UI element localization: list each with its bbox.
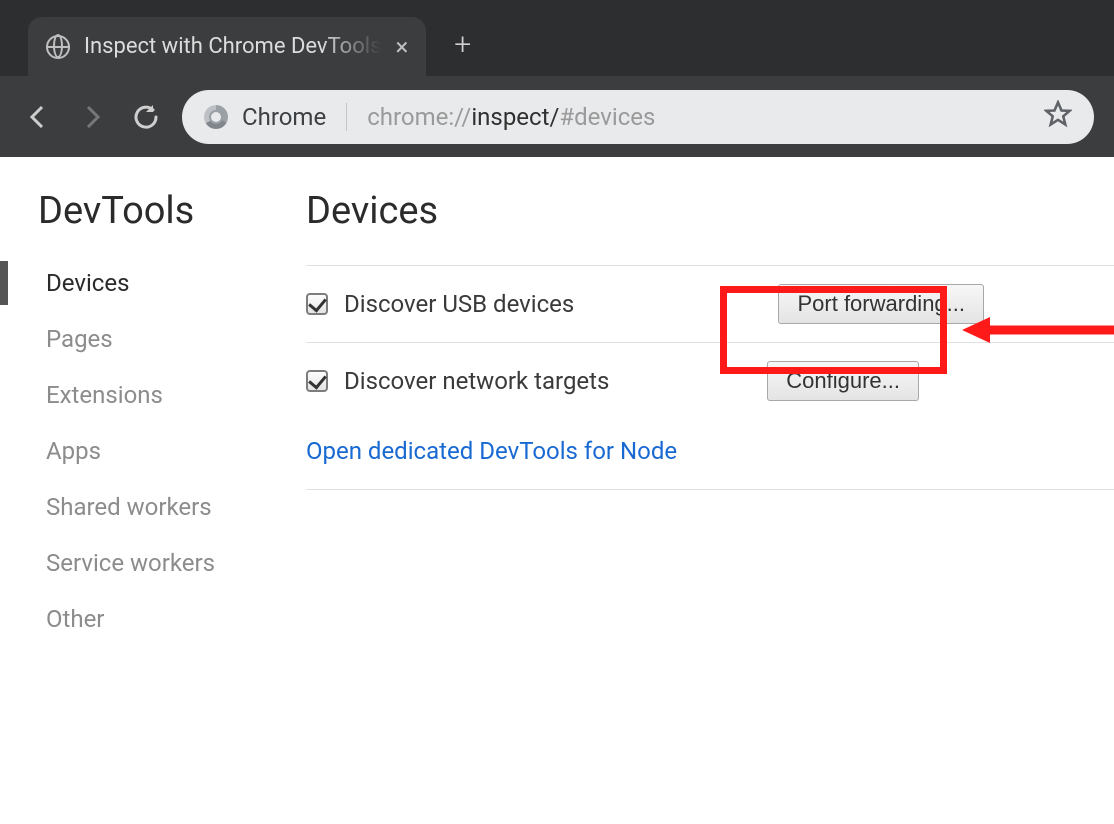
label-network-targets: Discover network targets <box>344 367 609 395</box>
sidebar-item-list: Devices Pages Extensions Apps Shared wor… <box>0 255 306 647</box>
page-heading: Devices <box>306 189 1114 265</box>
address-scheme-label: Chrome <box>242 103 326 131</box>
open-devtools-node-link[interactable]: Open dedicated DevTools for Node <box>306 419 677 489</box>
sidebar-item-apps[interactable]: Apps <box>0 423 306 479</box>
address-bar[interactable]: Chrome chrome://inspect/#devices <box>182 90 1094 144</box>
sidebar-item-shared-workers[interactable]: Shared workers <box>0 479 306 535</box>
sidebar-item-extensions[interactable]: Extensions <box>0 367 306 423</box>
row-usb-devices: Discover USB devices Port forwarding... <box>306 265 1114 342</box>
back-button[interactable] <box>20 99 56 135</box>
sidebar-item-devices[interactable]: Devices <box>0 255 306 311</box>
new-tab-button[interactable]: + <box>442 27 471 76</box>
forward-button[interactable] <box>74 99 110 135</box>
close-icon[interactable]: × <box>395 35 408 59</box>
tab-title: Inspect with Chrome DevTools <box>84 34 381 59</box>
globe-icon <box>46 35 70 59</box>
bookmark-star-icon[interactable] <box>1044 100 1072 134</box>
address-separator <box>346 103 347 131</box>
sidebar-item-other[interactable]: Other <box>0 591 306 647</box>
checkbox-usb-devices[interactable] <box>306 293 328 315</box>
port-forwarding-button[interactable]: Port forwarding... <box>778 284 984 324</box>
page-content: DevTools Devices Pages Extensions Apps S… <box>0 157 1114 824</box>
browser-tab[interactable]: Inspect with Chrome DevTools × <box>28 17 426 76</box>
label-usb-devices: Discover USB devices <box>344 290 574 318</box>
sidebar: DevTools Devices Pages Extensions Apps S… <box>0 157 306 824</box>
configure-button[interactable]: Configure... <box>767 361 919 401</box>
sidebar-item-pages[interactable]: Pages <box>0 311 306 367</box>
row-node-link: Open dedicated DevTools for Node <box>306 419 1114 490</box>
browser-toolbar: Chrome chrome://inspect/#devices <box>0 76 1114 157</box>
browser-chrome: Inspect with Chrome DevTools × + Chrome … <box>0 0 1114 157</box>
chrome-icon <box>204 105 228 129</box>
address-url: chrome://inspect/#devices <box>367 103 655 131</box>
sidebar-item-service-workers[interactable]: Service workers <box>0 535 306 591</box>
reload-button[interactable] <box>128 99 164 135</box>
main-panel: Devices Discover USB devices Port forwar… <box>306 157 1114 824</box>
tab-strip: Inspect with Chrome DevTools × + <box>0 0 1114 76</box>
checkbox-network-targets[interactable] <box>306 370 328 392</box>
row-network-targets: Discover network targets Configure... <box>306 342 1114 419</box>
sidebar-title: DevTools <box>0 189 306 255</box>
